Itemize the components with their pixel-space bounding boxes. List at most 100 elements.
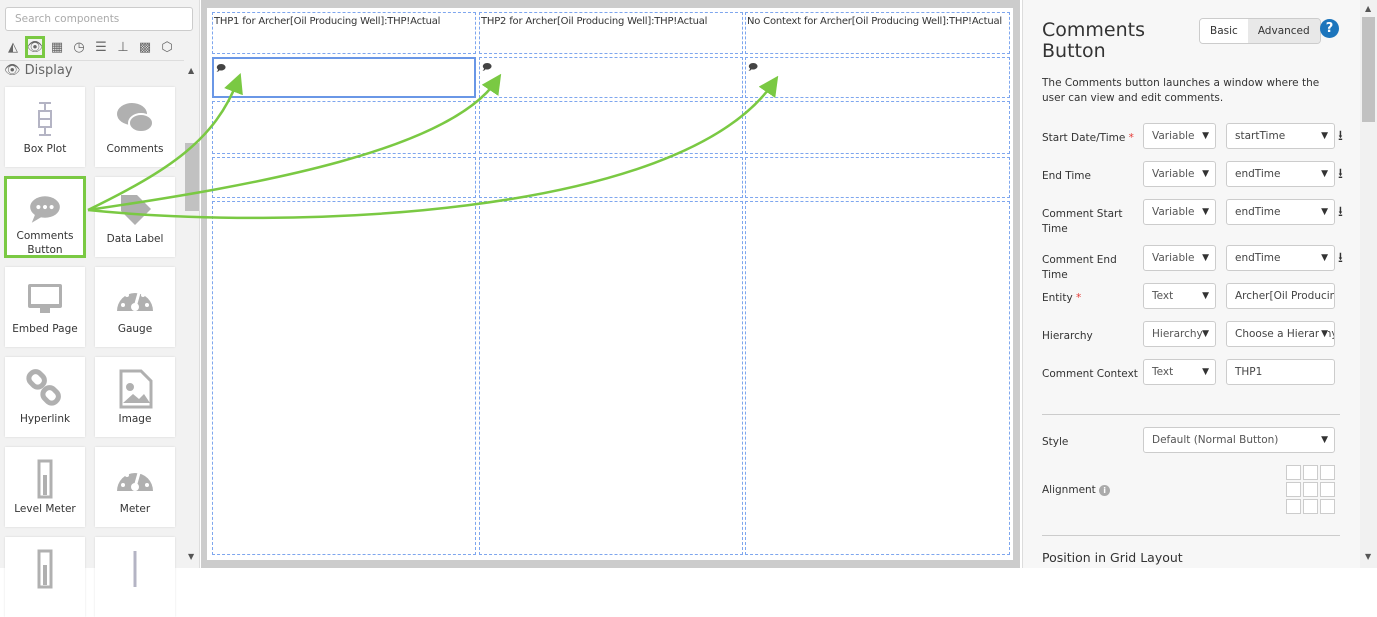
alignment-cell[interactable] xyxy=(1286,499,1301,514)
grid-cell[interactable] xyxy=(479,201,743,555)
value-field[interactable]: endTime ▼ xyxy=(1226,199,1335,225)
type-select[interactable]: Variable ▼ xyxy=(1143,161,1216,187)
header-cell[interactable]: No Context for Archer[Oil Producing Well… xyxy=(745,12,1010,54)
type-value: Text xyxy=(1152,366,1174,378)
field-value: Archer[Oil Producing Well] xyxy=(1235,290,1334,302)
scrollbar[interactable]: ▲ ▼ xyxy=(185,62,199,568)
grid-cell[interactable] xyxy=(212,101,476,154)
table-icon[interactable]: ▦ xyxy=(47,36,67,58)
chevron-down-icon: ▼ xyxy=(1202,131,1209,141)
comment-icon[interactable]: 🗩 xyxy=(482,60,492,76)
alignment-cell[interactable] xyxy=(1320,482,1335,497)
value-field[interactable]: THP1 xyxy=(1226,359,1335,385)
comments-button-cell[interactable]: 🗩 xyxy=(745,57,1010,98)
header-cell[interactable]: THP2 for Archer[Oil Producing Well]:THP!… xyxy=(479,12,743,54)
alignment-cell[interactable] xyxy=(1303,499,1318,514)
tile-image[interactable]: Image xyxy=(95,357,175,437)
alignment-cell[interactable] xyxy=(1286,465,1301,480)
info-icon[interactable]: i xyxy=(1099,485,1111,496)
advanced-mode-button[interactable]: Advanced xyxy=(1247,19,1320,43)
chevron-down-icon: ▼ xyxy=(1202,169,1209,179)
monitor-icon xyxy=(28,284,62,313)
tile-item[interactable] xyxy=(95,537,175,617)
value-field[interactable]: Archer[Oil Producing Well] xyxy=(1226,283,1335,309)
tile-item[interactable] xyxy=(5,537,85,617)
type-select[interactable]: Variable ▼ xyxy=(1143,123,1216,149)
grid-cell[interactable] xyxy=(212,157,476,198)
help-icon[interactable]: ? xyxy=(1320,19,1339,38)
grid-cell[interactable] xyxy=(745,101,1010,154)
scrollbar-thumb[interactable] xyxy=(1362,17,1375,122)
alignment-cell[interactable] xyxy=(1320,465,1335,480)
grid-cell[interactable] xyxy=(479,101,743,154)
box-plot-icon xyxy=(38,102,52,136)
area-chart-icon[interactable]: ◭ xyxy=(3,36,23,58)
scroll-down-icon[interactable]: ▼ xyxy=(188,552,194,561)
alignment-cell[interactable] xyxy=(1303,465,1318,480)
style-value: Default (Normal Button) xyxy=(1152,434,1279,446)
type-select[interactable]: Hierarchy ▼ xyxy=(1143,321,1216,347)
type-select[interactable]: Variable ▼ xyxy=(1143,199,1216,225)
field-label-text: Start Date/Time xyxy=(1042,132,1126,144)
tile-embed-page[interactable]: Embed Page xyxy=(5,267,85,347)
pin-down-icon[interactable]: ⭳ xyxy=(1338,201,1343,225)
alignment-cell[interactable] xyxy=(1303,482,1318,497)
scrollbar-thumb[interactable] xyxy=(185,143,199,211)
basic-mode-button[interactable]: Basic xyxy=(1200,19,1248,43)
type-select[interactable]: Text ▼ xyxy=(1143,283,1216,309)
grid-cell[interactable] xyxy=(745,201,1010,555)
header-cell[interactable]: THP1 for Archer[Oil Producing Well]:THP!… xyxy=(212,12,476,54)
tile-meter[interactable]: Meter xyxy=(95,447,175,527)
tile-data-label[interactable]: Data Label xyxy=(95,177,175,257)
pin-down-icon[interactable]: ⭳ xyxy=(1338,247,1343,271)
comments-button-cell[interactable]: 🗩 xyxy=(479,57,743,98)
hierarchy-icon[interactable]: ⊥ xyxy=(113,36,133,58)
scroll-up-icon[interactable]: ▲ xyxy=(188,66,194,75)
image-icon xyxy=(119,369,153,409)
search-input[interactable] xyxy=(5,7,193,31)
value-field[interactable]: startTime ▼ xyxy=(1226,123,1335,149)
type-select[interactable]: Text ▼ xyxy=(1143,359,1216,385)
link-icon xyxy=(26,369,61,406)
alignment-cell[interactable] xyxy=(1320,499,1335,514)
grid-cell[interactable] xyxy=(212,201,476,555)
style-select[interactable]: Default (Normal Button) ▼ xyxy=(1143,427,1335,453)
field-label: Hierarchy xyxy=(1042,329,1142,344)
field-label-text: Comment Context xyxy=(1042,368,1138,380)
type-select[interactable]: Variable ▼ xyxy=(1143,245,1216,271)
comment-icon[interactable]: 🗩 xyxy=(216,61,226,77)
field-value: startTime xyxy=(1235,130,1286,142)
pin-down-icon[interactable]: ⭳ xyxy=(1338,163,1343,187)
cube-icon[interactable]: ⬡ xyxy=(157,36,177,58)
tile-gauge[interactable]: Gauge xyxy=(95,267,175,347)
section-title: Display xyxy=(24,63,73,78)
eye-icon[interactable]: 👁 xyxy=(25,36,45,58)
gauge-icon xyxy=(117,289,153,311)
tile-hyperlink[interactable]: Hyperlink xyxy=(5,357,85,437)
tile-comments-button[interactable]: Comments Button xyxy=(4,176,86,258)
scroll-up-icon[interactable]: ▲ xyxy=(1365,4,1371,13)
tile-level-meter[interactable]: Level Meter xyxy=(5,447,85,527)
field-label: Start Date/Time * xyxy=(1042,131,1142,146)
comment-dots-icon xyxy=(30,196,60,223)
comment-icon[interactable]: 🗩 xyxy=(748,60,758,76)
scroll-down-icon[interactable]: ▼ xyxy=(1365,552,1371,561)
pin-down-icon[interactable]: ⭳ xyxy=(1338,125,1343,149)
grid-icon[interactable]: ▩ xyxy=(135,36,155,58)
value-field[interactable]: endTime ▼ xyxy=(1226,161,1335,187)
field-label: Comment End Time xyxy=(1042,253,1142,283)
tile-comments[interactable]: Comments xyxy=(95,87,175,167)
scrollbar[interactable]: ▲ ▼ xyxy=(1360,0,1377,568)
tile-box-plot[interactable]: Box Plot xyxy=(5,87,85,167)
clock-icon[interactable]: ◷ xyxy=(69,36,89,58)
type-value: Variable xyxy=(1152,252,1195,264)
field-label: Entity * xyxy=(1042,291,1142,306)
grid-cell[interactable] xyxy=(745,157,1010,198)
value-field[interactable]: Choose a Hierarchy ▼ xyxy=(1226,321,1335,347)
alignment-cell[interactable] xyxy=(1286,482,1301,497)
grid-cell[interactable] xyxy=(479,157,743,198)
type-value: Text xyxy=(1152,290,1174,302)
value-field[interactable]: endTime ▼ xyxy=(1226,245,1335,271)
comments-button-cell[interactable]: 🗩 xyxy=(212,57,476,98)
sliders-icon[interactable]: ☰ xyxy=(91,36,111,58)
